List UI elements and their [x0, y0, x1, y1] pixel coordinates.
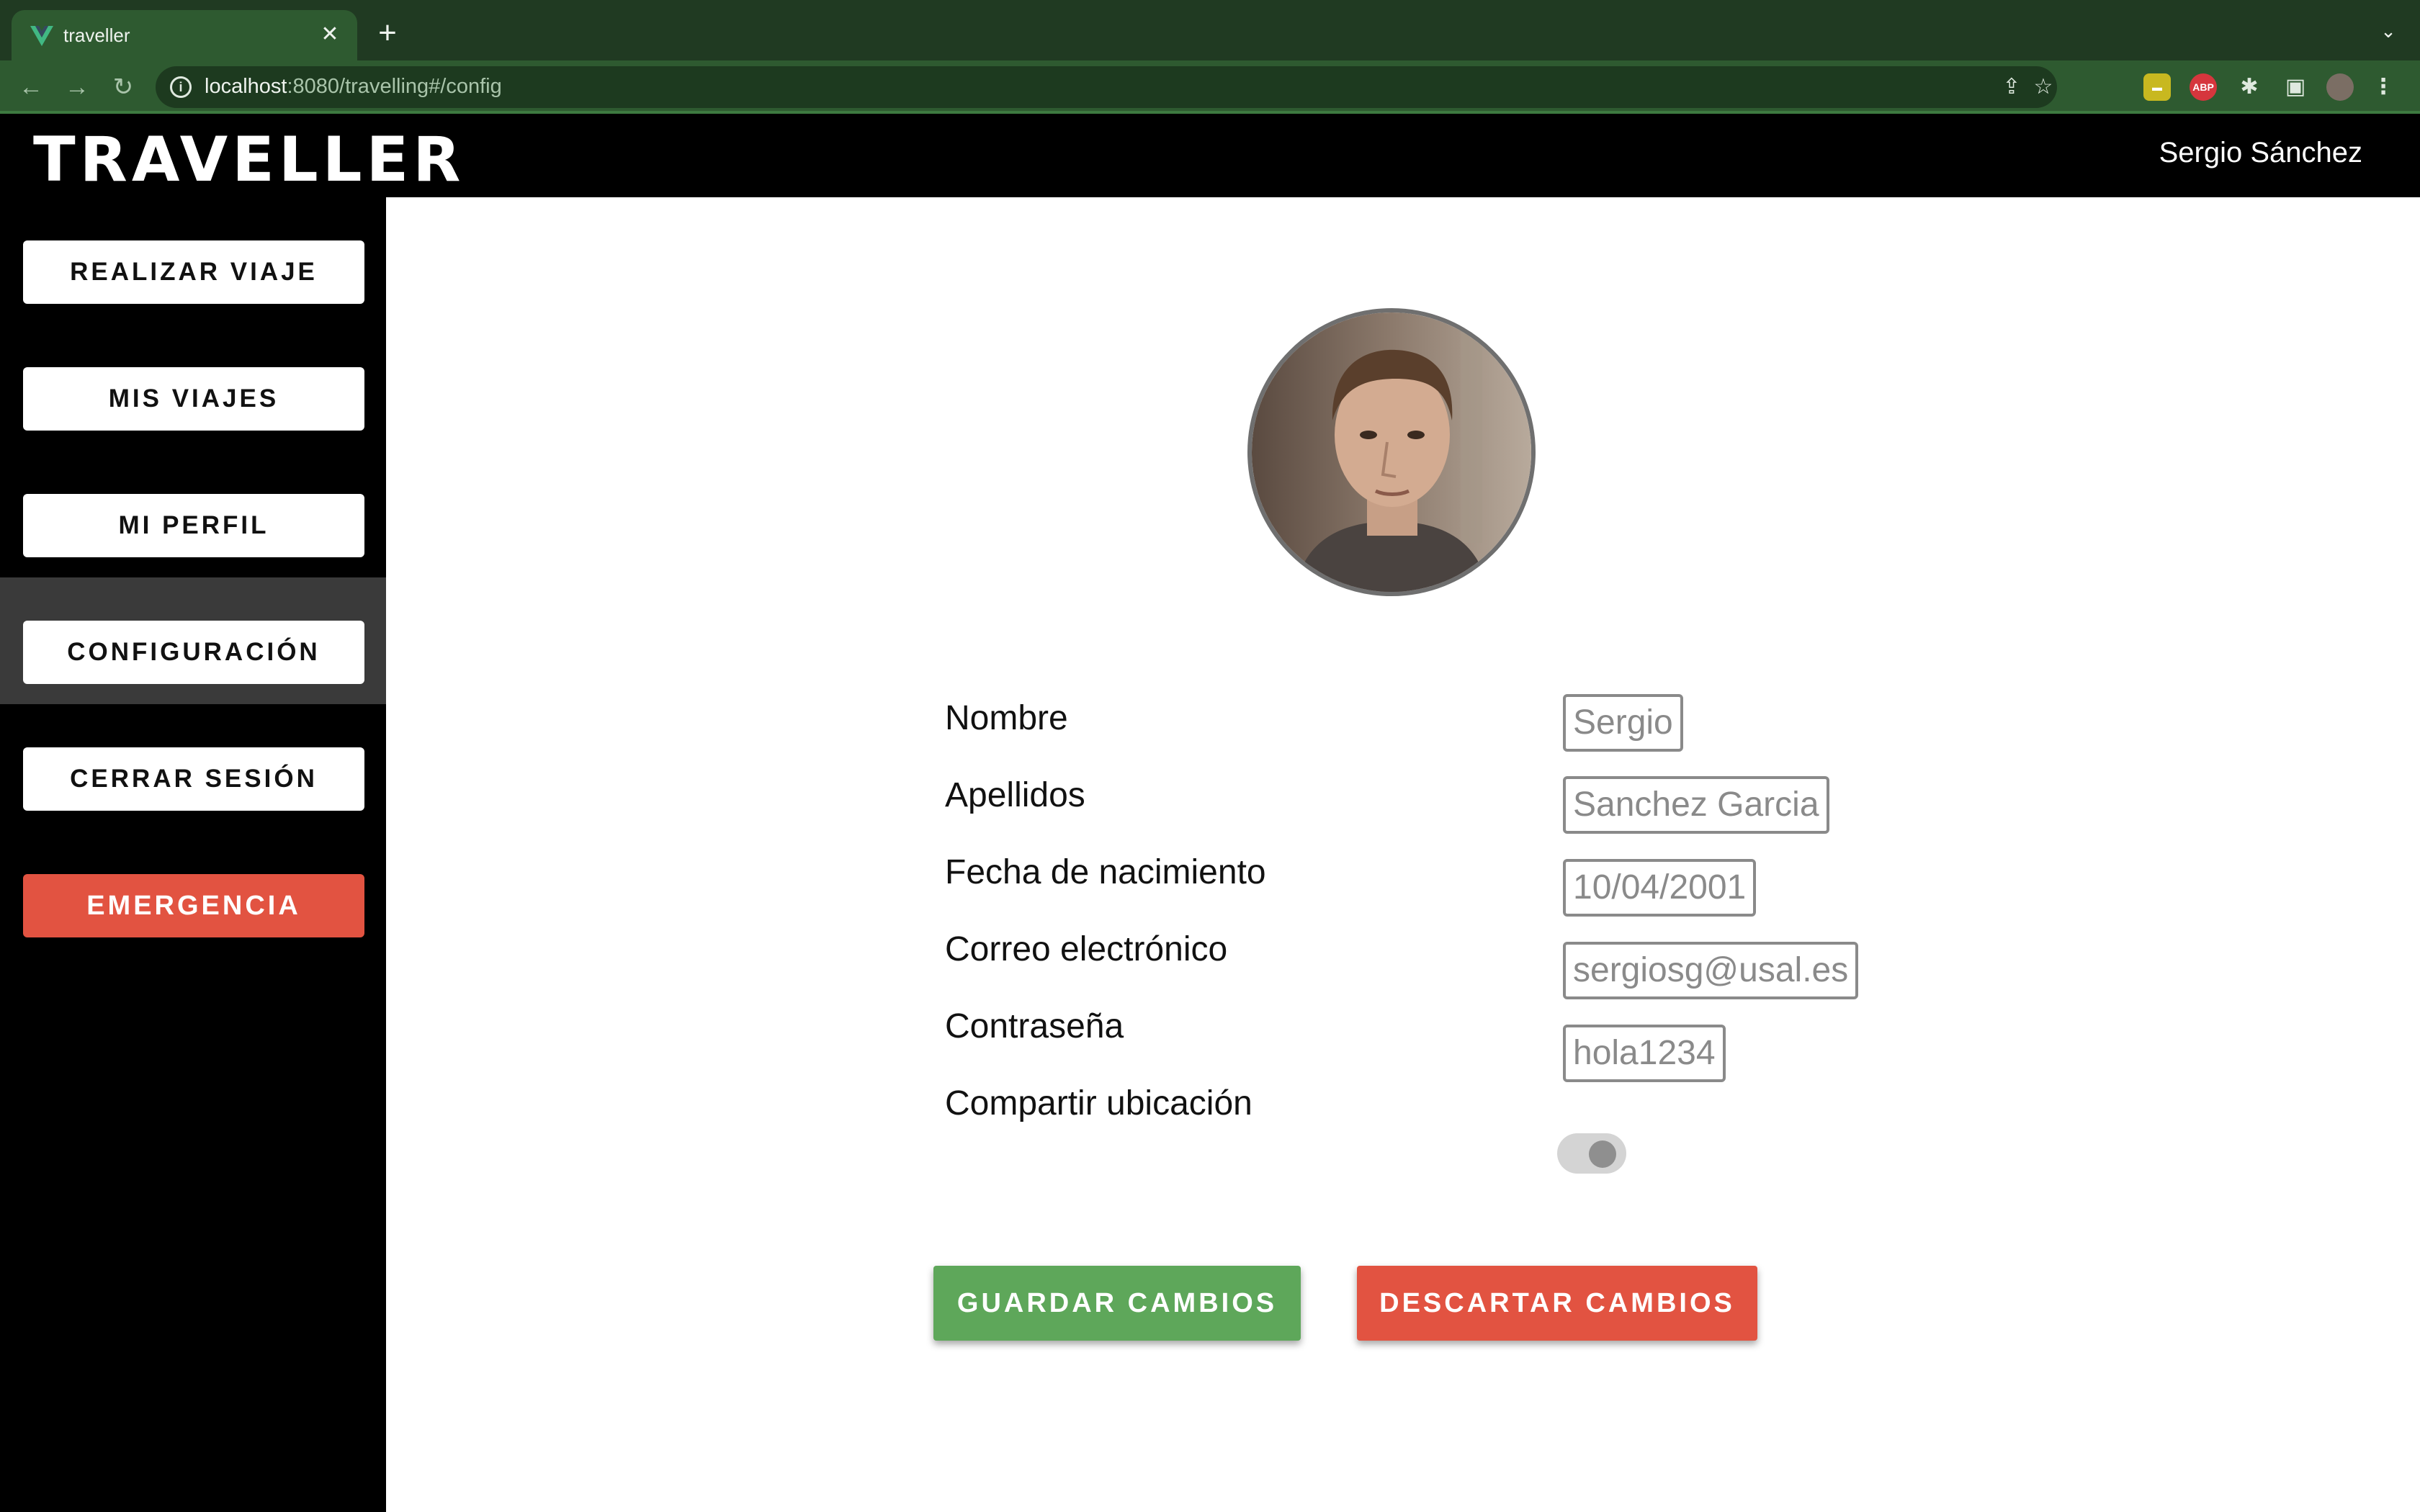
- app-header: TRAVELLER Sergio Sánchez: [0, 114, 2420, 197]
- sidebar-item-mis-viajes[interactable]: MIS VIAJES: [23, 367, 364, 431]
- sidebar-row: EMERGENCIA: [0, 831, 386, 958]
- sidebar-row: CERRAR SESIÓN: [0, 704, 386, 831]
- reload-icon[interactable]: ↻: [107, 71, 140, 104]
- config-panel: Nombre Sergio Apellidos Sanchez Garcia F…: [386, 197, 2420, 1512]
- address-bar[interactable]: i localhost:8080/travelling#/config ⇪ ☆: [156, 66, 2057, 108]
- url-path: :8080/travelling#/config: [287, 75, 502, 98]
- url-host: localhost: [205, 75, 287, 98]
- label-correo: Correo electrónico: [945, 930, 1228, 968]
- adblock-icon[interactable]: ABP: [2190, 73, 2217, 101]
- profile-avatar-icon[interactable]: [2326, 73, 2354, 101]
- browser-tab-strip: traveller ✕ + ⌄: [0, 0, 2420, 60]
- input-fecha-nacimiento[interactable]: 10/04/2001: [1563, 859, 1757, 917]
- user-name[interactable]: Sergio Sánchez: [2159, 137, 2362, 169]
- label-compartir-ubicacion: Compartir ubicación: [945, 1084, 1252, 1122]
- sidebar-item-cerrar-sesion[interactable]: CERRAR SESIÓN: [23, 747, 364, 811]
- input-apellidos[interactable]: Sanchez Garcia: [1563, 776, 1829, 834]
- discard-changes-button[interactable]: DESCARTAR CAMBIOS: [1357, 1266, 1757, 1341]
- save-changes-button[interactable]: GUARDAR CAMBIOS: [933, 1266, 1301, 1341]
- share-icon[interactable]: ⇪: [1999, 75, 2024, 99]
- input-correo[interactable]: sergiosg@usal.es: [1563, 942, 1859, 999]
- sidebar-item-configuracion[interactable]: CONFIGURACIÓN: [23, 621, 364, 684]
- browser-toolbar: ← → ↻ i localhost:8080/travelling#/confi…: [0, 60, 2420, 114]
- url-text[interactable]: localhost:8080/travelling#/config: [205, 75, 502, 99]
- sidebar-item-realizar-viaje[interactable]: REALIZAR VIAJE: [23, 240, 364, 304]
- sidebar-row: MIS VIAJES: [0, 324, 386, 451]
- sidebar: REALIZAR VIAJE MIS VIAJES MI PERFIL CONF…: [0, 197, 386, 1512]
- browser-tab[interactable]: traveller ✕: [12, 10, 357, 60]
- back-arrow-icon[interactable]: ←: [14, 71, 48, 104]
- profile-photo[interactable]: [1247, 308, 1536, 596]
- close-tab-icon[interactable]: ✕: [315, 20, 344, 49]
- kebab-menu-icon[interactable]: ⋮: [2370, 73, 2397, 101]
- input-contrasena[interactable]: hola1234: [1563, 1025, 1726, 1082]
- sidebar-row: MI PERFIL: [0, 451, 386, 577]
- sidebar-row: REALIZAR VIAJE: [0, 197, 386, 324]
- label-nombre: Nombre: [945, 699, 1068, 737]
- sidebar-item-mi-perfil[interactable]: MI PERFIL: [23, 494, 364, 557]
- forward-arrow-icon[interactable]: →: [60, 71, 94, 104]
- label-contrasena: Contraseña: [945, 1007, 1124, 1045]
- profile-photo-image: [1252, 312, 1531, 592]
- tab-title: traveller: [63, 24, 130, 46]
- sidebar-item-emergencia[interactable]: EMERGENCIA: [23, 874, 364, 937]
- input-nombre[interactable]: Sergio: [1563, 694, 1683, 752]
- label-apellidos: Apellidos: [945, 776, 1085, 814]
- new-tab-button[interactable]: +: [372, 17, 403, 49]
- extension-icon[interactable]: ▬: [2143, 73, 2171, 101]
- chevron-down-icon[interactable]: ⌄: [2374, 20, 2403, 49]
- app-logo[interactable]: TRAVELLER: [33, 124, 465, 196]
- label-fecha-nacimiento: Fecha de nacimiento: [945, 853, 1266, 891]
- site-info-icon[interactable]: i: [170, 76, 192, 98]
- share-location-toggle[interactable]: [1557, 1133, 1626, 1174]
- sidebar-row-active: CONFIGURACIÓN: [0, 577, 386, 704]
- toggle-thumb: [1589, 1140, 1616, 1168]
- bookmark-star-icon[interactable]: ☆: [2031, 75, 2056, 99]
- vue-logo-icon: [30, 26, 53, 46]
- side-panel-icon[interactable]: ▣: [2282, 73, 2309, 101]
- puzzle-extensions-icon[interactable]: ✱: [2236, 73, 2263, 101]
